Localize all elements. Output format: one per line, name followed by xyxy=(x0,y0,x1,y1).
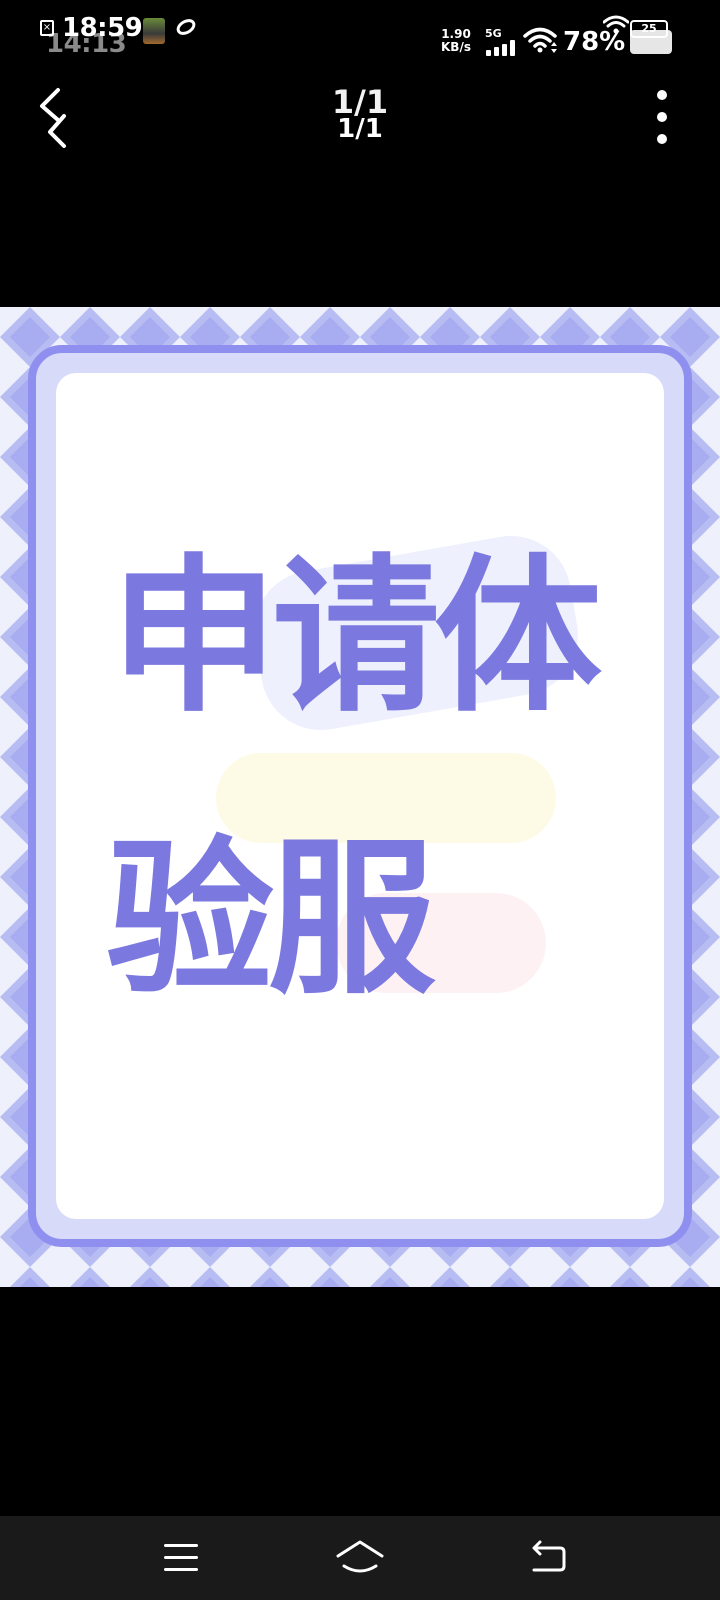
return-icon xyxy=(532,1540,566,1572)
poster-headline-line2: 验服 xyxy=(106,821,436,1017)
navigation-bar xyxy=(0,1516,720,1600)
more-options-button[interactable] xyxy=(650,86,676,154)
leaf-notification-icon xyxy=(173,15,199,39)
wifi-icon xyxy=(523,27,557,53)
home-icon xyxy=(336,1540,384,1573)
page-indicator: 1/1 1/1 xyxy=(310,84,410,142)
poster-panel xyxy=(56,373,664,1219)
menu-button[interactable] xyxy=(158,1538,204,1578)
poster-frame xyxy=(28,345,692,1247)
signal-strength-icon xyxy=(486,40,516,56)
chevron-left-icon xyxy=(40,88,66,148)
app-notification-icon xyxy=(143,18,165,44)
notification-close-icon: × xyxy=(40,20,54,36)
network-speed: 1.90 KB/s xyxy=(438,28,474,54)
battery-level-badge: 25 xyxy=(630,20,668,38)
network-type: 5G xyxy=(485,27,502,40)
return-button[interactable] xyxy=(526,1538,572,1578)
status-bar: 14:13 × 18:59 1.90 KB/s 5G 78% 25 xyxy=(0,0,720,60)
poster-headline-line1: 申请体 xyxy=(110,539,602,735)
back-button[interactable] xyxy=(30,82,80,154)
network-speed-unit: KB/s xyxy=(441,40,471,54)
home-button[interactable] xyxy=(334,1536,386,1580)
wifi-secondary-icon xyxy=(603,15,629,34)
page-indicator-secondary: 1/1 xyxy=(337,114,383,144)
battery-icon: 25 xyxy=(630,20,674,54)
image-viewer[interactable]: 申请体 验服 xyxy=(0,307,720,1287)
status-time: 18:59 xyxy=(62,13,143,43)
